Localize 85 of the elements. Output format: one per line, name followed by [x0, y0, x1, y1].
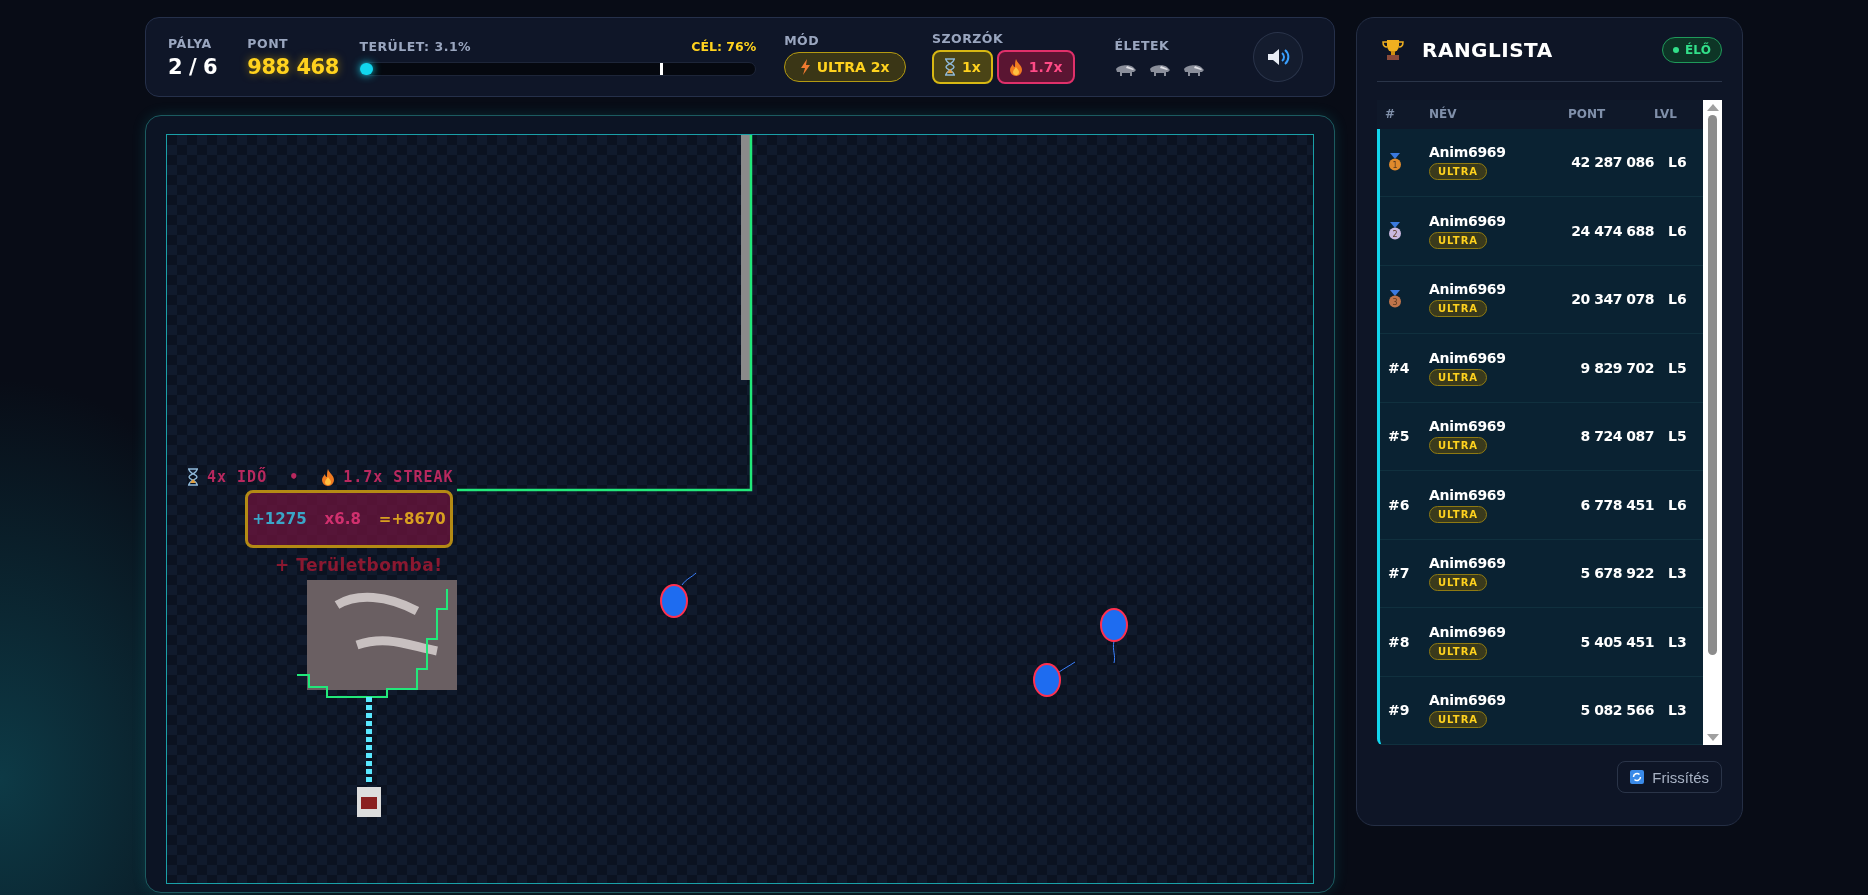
balloon-enemy	[1100, 608, 1128, 664]
scrollbar-thumb[interactable]	[1708, 115, 1717, 655]
flame-icon	[321, 468, 336, 486]
points-cell-text: 9 829 702	[1579, 359, 1654, 376]
bonus-text: 4x IDŐ	[207, 468, 268, 486]
level-cell-text: L5	[1667, 359, 1688, 376]
points-cell-text: 8 724 087	[1579, 428, 1654, 445]
points-cell-text: 5 405 451	[1579, 633, 1654, 650]
rank-text: #9	[1388, 702, 1411, 719]
mode-tag: ULTRA	[1429, 574, 1488, 592]
points-cell-text: 5 678 922	[1579, 565, 1654, 582]
player-name: Anim6969	[1429, 418, 1506, 435]
rank-text: #4	[1388, 359, 1411, 376]
scrollbar[interactable]	[1703, 100, 1722, 745]
leaderboard-title: RANGLISTA	[1422, 37, 1553, 62]
live-text: ÉLŐ	[1684, 42, 1711, 57]
level-cell-text: L5	[1667, 428, 1688, 445]
rank-text: #5	[1388, 428, 1411, 445]
mode-tag: ULTRA	[1429, 437, 1488, 455]
hourglass-icon	[187, 468, 199, 486]
scroll-down-arrow[interactable]	[1706, 734, 1719, 741]
mode-tag: ULTRA	[1429, 505, 1488, 523]
goal-label: CÉL: 76%	[691, 38, 757, 54]
points-cell-text: 5 082 566	[1579, 702, 1654, 719]
bonus-note: + Területbomba!	[275, 555, 443, 575]
points-cell-text: 6 778 451	[1579, 496, 1654, 513]
column-header: PONT	[1568, 107, 1607, 122]
level-cell-text: L6	[1667, 496, 1688, 513]
points-cell-text: 24 474 688	[1570, 222, 1654, 239]
mode-badge: ULTRA 2x	[784, 51, 907, 82]
player-sprite	[357, 787, 381, 817]
lives-label: ÉLETEK	[1114, 37, 1171, 53]
player-name: Anim6969	[1429, 144, 1506, 161]
sound-button[interactable]	[1253, 32, 1303, 82]
level-value: 2 / 6	[168, 54, 218, 79]
balloon-enemy	[1033, 661, 1076, 697]
column-header: NÉV	[1429, 107, 1458, 122]
separator-dot: •	[289, 468, 300, 486]
player-name: Anim6969	[1429, 692, 1506, 709]
mode-tag: ULTRA	[1429, 300, 1488, 318]
level-cell-text: L6	[1667, 291, 1688, 308]
mode-tag: ULTRA	[1429, 231, 1488, 249]
territory-label: TERÜLET: 3.1%	[359, 38, 472, 54]
score-value: 988 468	[247, 54, 340, 79]
base-points: +1275	[252, 510, 307, 528]
balloon-enemy	[660, 572, 697, 618]
points-cell-text: 42 287 086	[1570, 154, 1654, 171]
speaker-icon	[1266, 47, 1291, 67]
multipliers-label: SZORZÓK	[931, 30, 1005, 46]
total-points: =+8670	[378, 510, 446, 528]
column-header: #	[1385, 107, 1397, 122]
lightning-icon	[800, 58, 811, 75]
rank-text: #6	[1388, 496, 1411, 513]
refresh-button[interactable]: Frissítés	[1617, 761, 1722, 793]
points-cell-text: 20 347 078	[1570, 291, 1654, 308]
mode-tag: ULTRA	[1429, 642, 1488, 660]
score-label: PONT	[247, 35, 290, 51]
player-name: Anim6969	[1429, 623, 1506, 640]
level-cell-text: L3	[1667, 633, 1688, 650]
hourglass-icon	[943, 57, 956, 76]
level-cell-text: L6	[1667, 222, 1688, 239]
time-multiplier-badge: 1x	[931, 49, 993, 84]
mode-tag: ULTRA	[1429, 163, 1488, 181]
trophy-icon	[1382, 38, 1404, 61]
column-header: LVL	[1654, 107, 1678, 122]
player-name: Anim6969	[1429, 281, 1506, 298]
bonus-text: 1.7x STREAK	[343, 468, 454, 486]
multiplier-text: x6.8	[324, 510, 361, 528]
player-name: Anim6969	[1429, 212, 1506, 229]
player-name: Anim6969	[1429, 349, 1506, 366]
flame-icon	[1008, 57, 1023, 76]
level-cell-text: L3	[1667, 565, 1688, 582]
player-name: Anim6969	[1429, 555, 1506, 572]
refresh-icon	[1630, 770, 1645, 784]
mode-tag: ULTRA	[1429, 368, 1488, 386]
level-cell-text: L6	[1667, 154, 1688, 171]
live-dot	[1672, 46, 1679, 53]
rank-text: #7	[1388, 565, 1411, 582]
player-name: Anim6969	[1429, 486, 1506, 503]
mode-tag: ULTRA	[1429, 711, 1488, 729]
mode-label: MÓD	[784, 32, 821, 48]
streak-multiplier-badge: 1.7x	[996, 49, 1075, 84]
rank-text: #8	[1388, 633, 1411, 650]
level-label: PÁLYA	[168, 35, 213, 51]
level-cell-text: L3	[1667, 702, 1688, 719]
